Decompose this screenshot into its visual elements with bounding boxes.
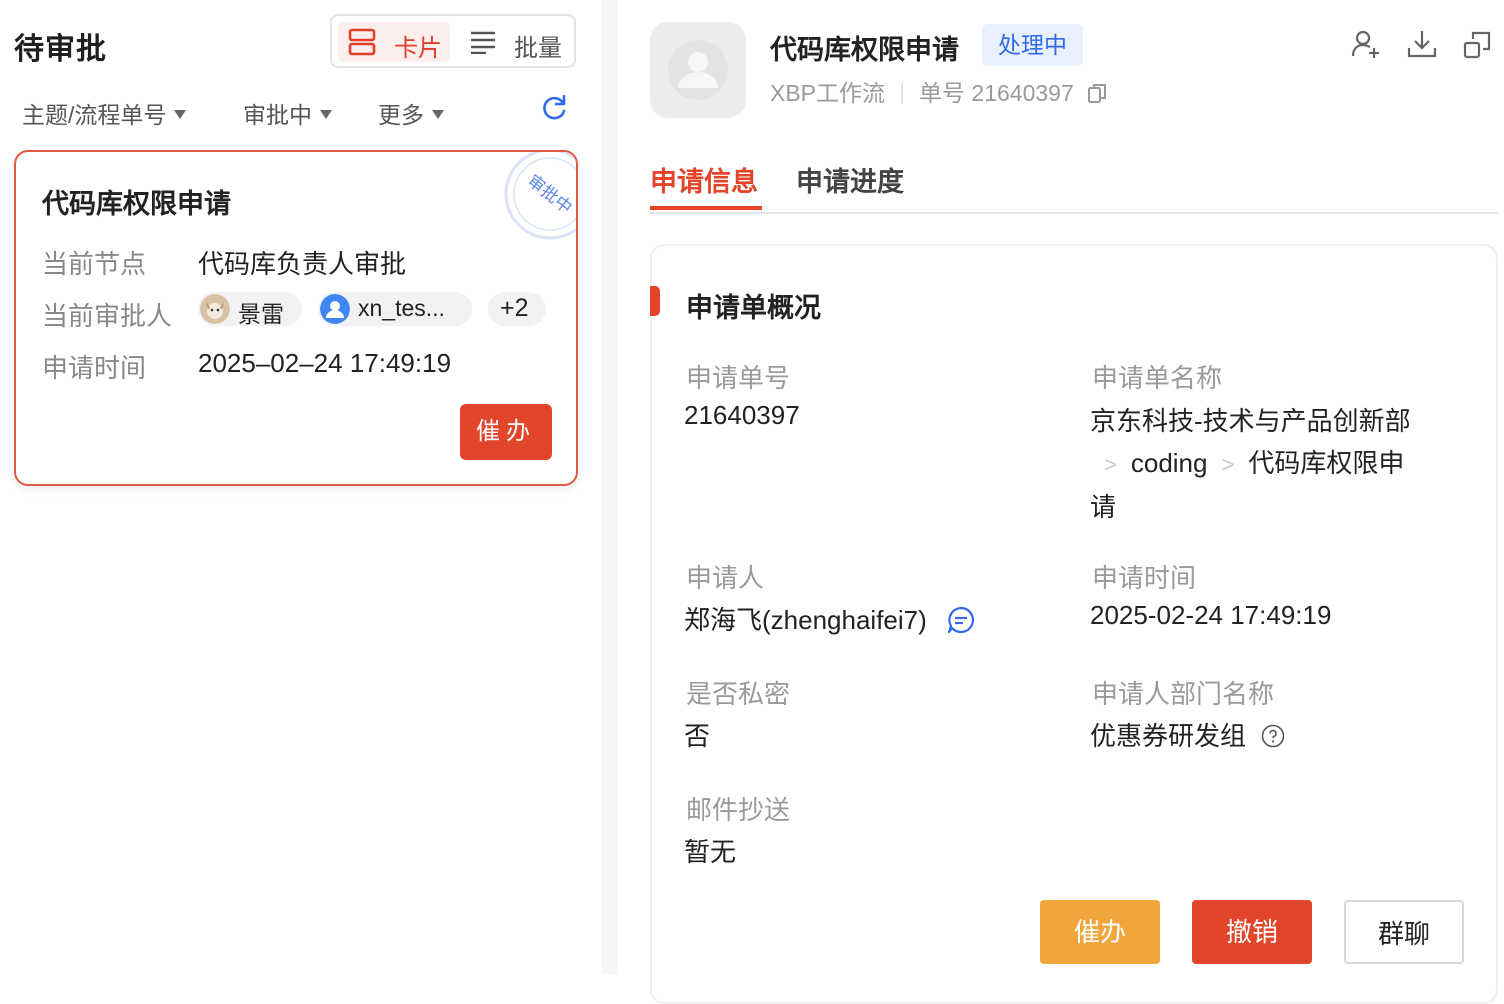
dept-label: 申请人部门名称 xyxy=(1092,679,1275,709)
card-title: 代码库权限申请 xyxy=(42,189,231,219)
approver-chip[interactable]: xn_tes... xyxy=(318,292,472,326)
more-approvers-chip[interactable]: +2 xyxy=(488,292,546,326)
filter-bar: 主题/流程单号 审批中 更多 xyxy=(0,96,602,128)
approval-list-panel: 待审批 卡片 批量 主题/流程单号 审批中 更多 审批中 代码库权限申请 当前节… xyxy=(0,0,602,974)
list-view-icon xyxy=(471,31,495,54)
request-title: 代码库权限申请 xyxy=(770,35,959,65)
filter-more[interactable]: 更多 xyxy=(378,96,444,130)
tab-apply-info[interactable]: 申请信息 xyxy=(650,160,758,199)
mail-cc-value: 暂无 xyxy=(684,837,737,867)
breadcrumb-separator: > xyxy=(1221,452,1235,477)
filter-status[interactable]: 审批中 xyxy=(243,96,332,130)
refresh-icon[interactable] xyxy=(540,94,568,122)
request-name-label: 申请单名称 xyxy=(1092,363,1223,393)
approver-name: 景雷 xyxy=(238,301,284,327)
request-name-line1: 京东科技-技术与产品创新部 xyxy=(1090,406,1411,436)
filter-more-label: 更多 xyxy=(378,102,424,128)
card-view-button[interactable]: 卡片 xyxy=(338,22,450,62)
dropdown-arrow-icon xyxy=(320,110,332,120)
stamp-text: 审批中 xyxy=(523,171,576,218)
order-number: 21640397 xyxy=(971,80,1074,106)
group-chat-button[interactable]: 群聊 xyxy=(1344,900,1464,964)
card-view-label: 卡片 xyxy=(394,35,442,62)
status-badge: 处理中 xyxy=(982,24,1083,66)
view-toggle: 卡片 批量 xyxy=(330,14,576,68)
revoke-button[interactable]: 撤销 xyxy=(1192,900,1312,964)
request-name-line2: > coding > 代码库权限申 xyxy=(1090,442,1470,486)
applicant-label: 申请人 xyxy=(686,563,765,593)
apply-time-value: 2025-02-24 17:49:19 xyxy=(1090,600,1332,630)
approver-chip[interactable]: 景雷 xyxy=(198,292,302,327)
order-no-label: 申请单号 xyxy=(686,363,791,393)
breadcrumb-separator: > xyxy=(1104,452,1117,477)
dept-value: 优惠券研发组 xyxy=(1090,716,1285,753)
node-value: 代码库负责人审批 xyxy=(198,249,407,279)
order-no-value: 21640397 xyxy=(684,400,800,430)
panel-divider xyxy=(602,0,618,974)
batch-view-button[interactable]: 批量 xyxy=(462,22,570,62)
urge-action-button[interactable]: 催办 xyxy=(1040,900,1160,964)
request-name-line3: 请 xyxy=(1090,492,1117,522)
approving-stamp: 审批中 xyxy=(504,152,576,240)
mail-cc-label: 邮件抄送 xyxy=(686,795,791,825)
avatar xyxy=(200,294,230,324)
panel-title: 待审批 xyxy=(14,33,107,66)
approver-label: 当前审批人 xyxy=(42,301,173,331)
apply-time-label: 申请时间 xyxy=(1092,563,1197,593)
filter-status-label: 审批中 xyxy=(243,102,312,128)
urge-button[interactable]: 催办 xyxy=(460,404,552,460)
dept-name: 优惠券研发组 xyxy=(1090,721,1247,751)
help-icon[interactable] xyxy=(1261,724,1285,748)
time-value: 2025–02–24 17:49:19 xyxy=(198,348,452,378)
approver-list: 景雷 xn_tes... +2 xyxy=(198,292,558,328)
add-user-icon[interactable] xyxy=(1350,28,1382,60)
request-name-crumb-a: coding xyxy=(1130,448,1208,478)
applicant-name: 郑海飞(zhenghaifei7) xyxy=(684,605,927,635)
approver-name: xn_tes... xyxy=(358,295,445,321)
private-label: 是否私密 xyxy=(686,679,791,709)
meta-separator xyxy=(901,81,904,104)
tab-apply-progress[interactable]: 申请进度 xyxy=(796,160,904,199)
applicant-value: 郑海飞(zhenghaifei7) xyxy=(684,600,976,637)
batch-view-label: 批量 xyxy=(514,35,562,62)
card-view-icon xyxy=(348,28,376,56)
workflow-name: XBP工作流 xyxy=(770,80,886,106)
section-title: 申请单概况 xyxy=(686,293,821,323)
dropdown-arrow-icon xyxy=(432,110,444,120)
request-meta: XBP工作流 单号 21640397 xyxy=(770,74,1107,108)
open-window-icon[interactable] xyxy=(1462,28,1494,60)
request-overview-panel: 申请单概况 申请单号 21640397 申请单名称 京东科技-技术与产品创新部 … xyxy=(650,244,1498,1004)
node-label: 当前节点 xyxy=(42,249,147,279)
order-prefix: 单号 xyxy=(919,80,966,106)
request-name-crumb-b: 代码库权限申 xyxy=(1248,448,1405,478)
chat-icon[interactable] xyxy=(946,605,976,635)
default-avatar-icon xyxy=(668,40,728,100)
filter-subject-label: 主题/流程单号 xyxy=(22,102,167,128)
time-label: 申请时间 xyxy=(42,353,147,383)
active-tab-indicator xyxy=(650,206,762,210)
applicant-avatar xyxy=(650,22,746,118)
filter-subject[interactable]: 主题/流程单号 xyxy=(22,96,187,130)
download-icon[interactable] xyxy=(1406,28,1438,60)
private-value: 否 xyxy=(684,721,711,751)
detail-tabs: 申请信息 申请进度 xyxy=(650,160,1498,214)
detail-panel: 代码库权限申请 处理中 XBP工作流 单号 21640397 申请信息 申请进度 … xyxy=(618,0,1504,1004)
copy-icon[interactable] xyxy=(1088,83,1107,103)
section-marker xyxy=(650,286,660,316)
user-icon xyxy=(320,294,350,324)
approval-card[interactable]: 审批中 代码库权限申请 当前节点 代码库负责人审批 当前审批人 景雷 xn_te… xyxy=(14,150,578,486)
request-name-value: 京东科技-技术与产品创新部 > coding > 代码库权限申 请 xyxy=(1090,400,1470,528)
more-approvers-count: +2 xyxy=(500,294,529,322)
dropdown-arrow-icon xyxy=(174,110,187,120)
